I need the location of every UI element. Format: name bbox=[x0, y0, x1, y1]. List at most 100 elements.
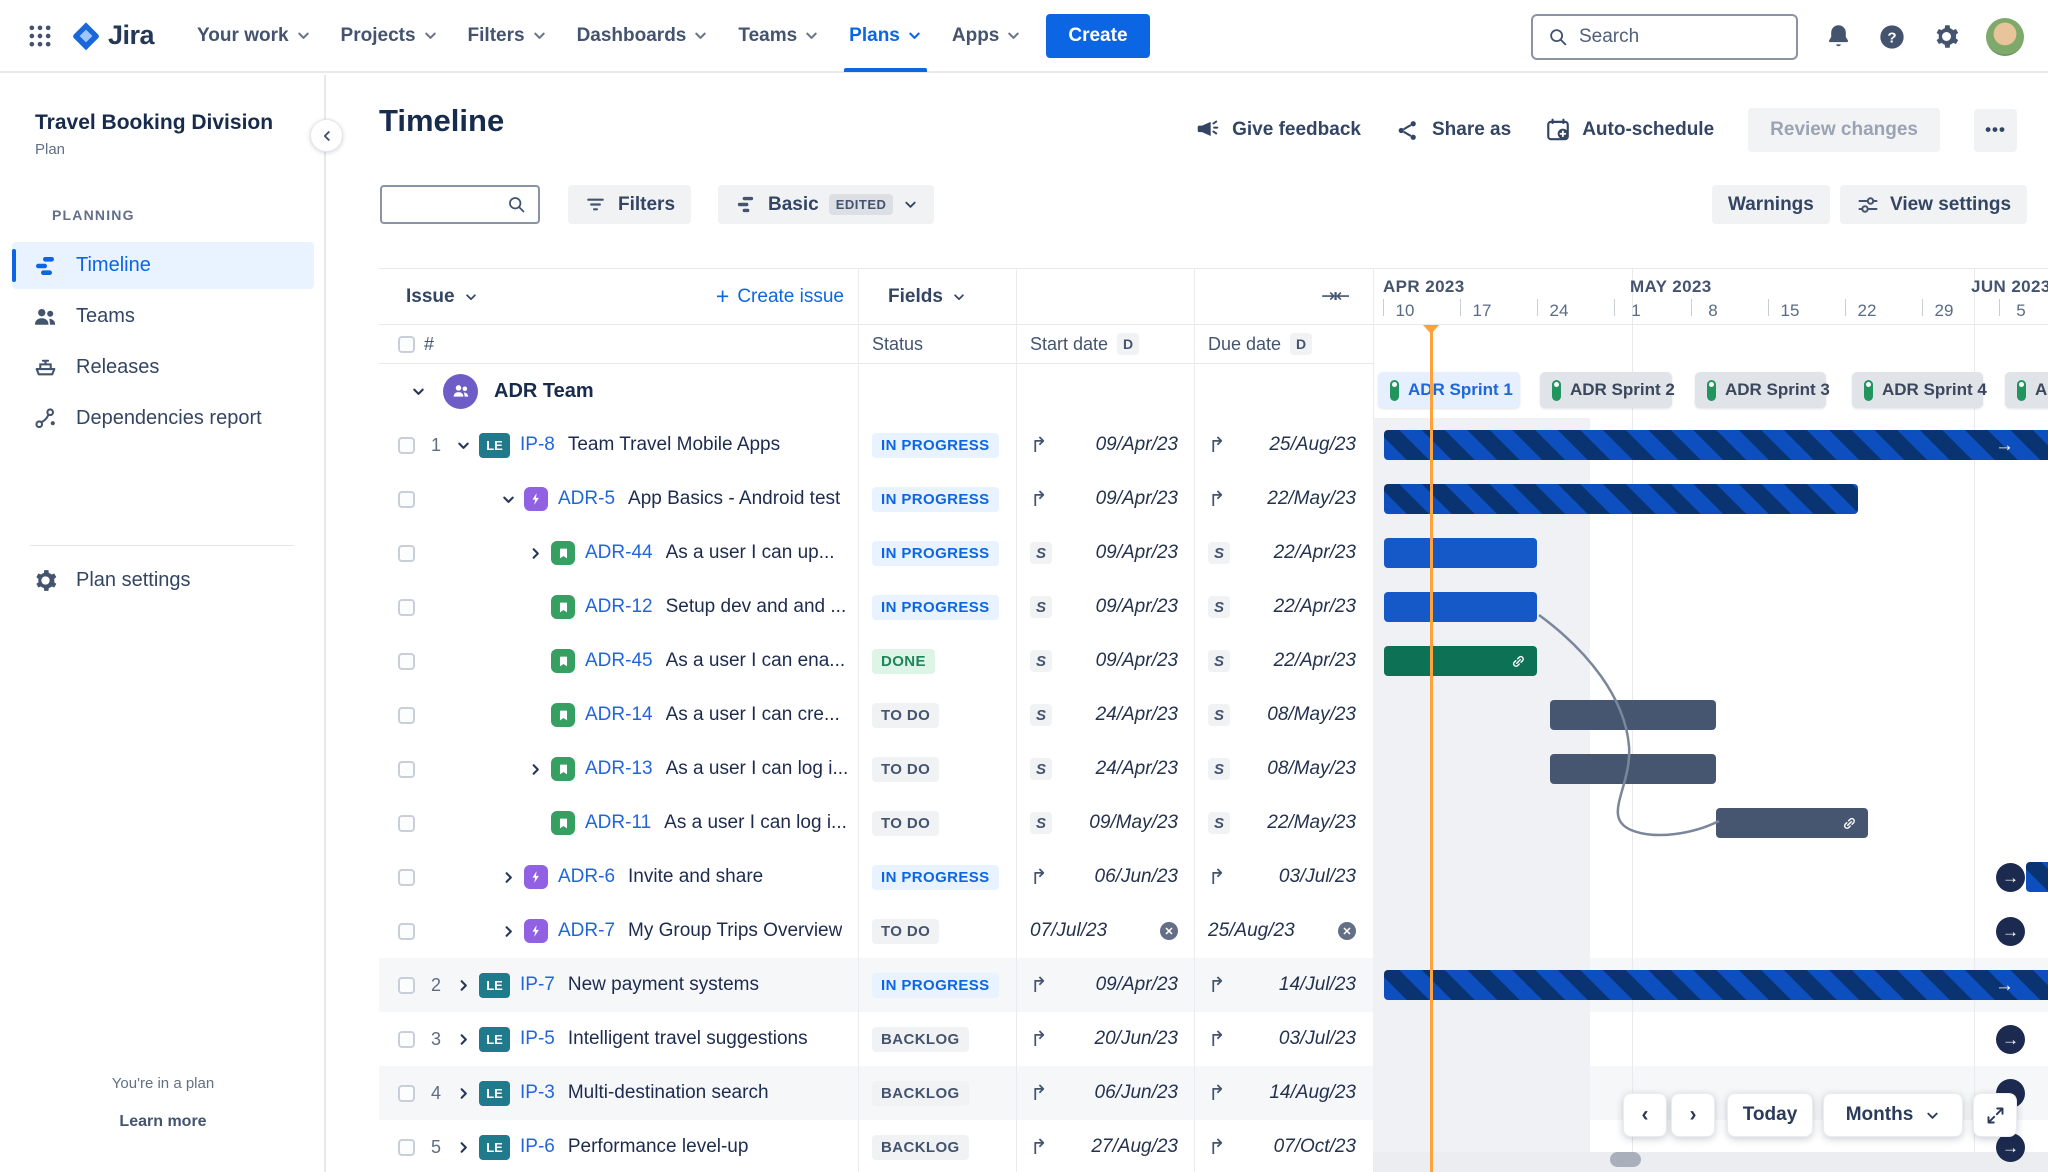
create-issue-button[interactable]: + Create issue bbox=[716, 283, 844, 310]
row-checkbox[interactable] bbox=[398, 922, 415, 940]
table-row[interactable]: ADR-7 My Group Trips Overview TO DO 07/Jul/… bbox=[379, 904, 2048, 958]
row-checkbox[interactable] bbox=[398, 652, 415, 670]
status-badge[interactable]: TO DO bbox=[872, 756, 940, 782]
row-checkbox[interactable] bbox=[398, 706, 415, 724]
row-checkbox[interactable] bbox=[398, 598, 415, 616]
date-value[interactable]: 07/Oct/23 bbox=[1274, 1136, 1356, 1158]
status-badge[interactable]: IN PROGRESS bbox=[872, 432, 999, 458]
issue-key-link[interactable]: ADR-14 bbox=[585, 704, 653, 726]
clear-date-icon[interactable]: ✕ bbox=[1160, 922, 1178, 940]
table-row[interactable]: 3 LE IP-5 Intelligent travel suggestions BAC… bbox=[379, 1012, 2048, 1066]
row-checkbox[interactable] bbox=[398, 868, 415, 886]
row-checkbox[interactable] bbox=[398, 1138, 415, 1156]
app-switcher-icon[interactable] bbox=[26, 21, 56, 51]
view-settings-button[interactable]: View settings bbox=[1840, 185, 2028, 224]
sidebar-item-plan-settings[interactable]: Plan settings bbox=[12, 557, 314, 604]
date-value[interactable]: 03/Jul/23 bbox=[1279, 1028, 1356, 1050]
issue-key-link[interactable]: ADR-6 bbox=[558, 866, 615, 888]
sprint-label[interactable]: ADR Sprint 2 bbox=[1540, 372, 1675, 408]
chevron-right-icon[interactable] bbox=[525, 543, 545, 563]
row-checkbox[interactable] bbox=[398, 760, 415, 778]
date-value[interactable]: 09/Apr/23 bbox=[1096, 488, 1178, 510]
table-row[interactable]: ADR-14 As a user I can cre... TO DO S 24/Apr… bbox=[379, 688, 2048, 742]
issue-key-link[interactable]: IP-6 bbox=[520, 1136, 555, 1158]
date-value[interactable]: 22/Apr/23 bbox=[1274, 542, 1356, 564]
table-row[interactable]: ADR-45 As a user I can ena... DONE S 09/Apr/… bbox=[379, 634, 2048, 688]
dependency-link-icon[interactable] bbox=[1510, 653, 1527, 670]
date-value[interactable]: 25/Aug/23 bbox=[1269, 434, 1356, 456]
timeline-search-input[interactable] bbox=[392, 194, 506, 215]
chevron-right-icon[interactable] bbox=[453, 1029, 473, 1049]
learn-more-link[interactable]: Learn more bbox=[0, 1113, 326, 1131]
issue-key-link[interactable]: IP-3 bbox=[520, 1082, 555, 1104]
jump-to-bar-button[interactable]: → bbox=[1996, 863, 2025, 892]
gantt-bar-ip-7[interactable]: → bbox=[1384, 970, 2048, 1000]
chevron-right-icon[interactable] bbox=[525, 759, 545, 779]
row-checkbox[interactable] bbox=[398, 544, 415, 562]
row-checkbox[interactable] bbox=[398, 814, 415, 832]
gantt-bar-adr-6[interactable] bbox=[2026, 862, 2048, 892]
date-value[interactable]: 06/Jun/23 bbox=[1095, 1082, 1178, 1104]
global-search-input[interactable] bbox=[1579, 25, 1759, 48]
issue-key-link[interactable]: ADR-12 bbox=[585, 596, 653, 618]
review-changes-button[interactable]: Review changes bbox=[1748, 108, 1940, 152]
gantt-bar-adr-11[interactable] bbox=[1716, 808, 1868, 838]
chevron-down-icon[interactable] bbox=[498, 489, 518, 509]
issue-key-link[interactable]: IP-8 bbox=[520, 434, 555, 456]
warnings-button[interactable]: Warnings bbox=[1712, 185, 1830, 224]
date-value[interactable]: 14/Aug/23 bbox=[1269, 1082, 1356, 1104]
chevron-right-icon[interactable] bbox=[453, 1137, 473, 1157]
date-value[interactable]: 24/Apr/23 bbox=[1096, 704, 1178, 726]
chevron-right-icon[interactable] bbox=[498, 867, 518, 887]
auto-schedule-button[interactable]: Auto-schedule bbox=[1545, 117, 1714, 143]
issue-key-link[interactable]: ADR-13 bbox=[585, 758, 653, 780]
row-checkbox[interactable] bbox=[398, 1030, 415, 1048]
date-value[interactable]: 03/Jul/23 bbox=[1279, 866, 1356, 888]
nav-item-filters[interactable]: Filters bbox=[453, 0, 562, 72]
chevron-right-icon[interactable] bbox=[498, 921, 518, 941]
issue-key-link[interactable]: IP-5 bbox=[520, 1028, 555, 1050]
global-search[interactable] bbox=[1531, 13, 1798, 60]
fields-dropdown[interactable]: Fields bbox=[888, 286, 966, 308]
gantt-bar-adr-12[interactable] bbox=[1384, 592, 1537, 622]
jump-to-bar-button[interactable]: → bbox=[1996, 1133, 2025, 1162]
jira-logo[interactable]: Jira bbox=[70, 20, 155, 52]
issue-key-link[interactable]: ADR-44 bbox=[585, 542, 653, 564]
nav-item-plans[interactable]: Plans bbox=[834, 0, 937, 72]
date-value[interactable]: 20/Jun/23 bbox=[1095, 1028, 1178, 1050]
date-value[interactable]: 09/Apr/23 bbox=[1096, 650, 1178, 672]
status-badge[interactable]: IN PROGRESS bbox=[872, 864, 999, 890]
gantt-bar-adr-44[interactable] bbox=[1384, 538, 1537, 568]
row-checkbox[interactable] bbox=[398, 976, 415, 994]
nav-item-teams[interactable]: Teams bbox=[723, 0, 834, 72]
create-button[interactable]: Create bbox=[1046, 13, 1150, 58]
date-value[interactable]: 09/Apr/23 bbox=[1096, 542, 1178, 564]
filters-button[interactable]: Filters bbox=[568, 185, 692, 224]
jump-to-bar-button[interactable]: → bbox=[1996, 1025, 2025, 1054]
date-value[interactable]: 22/Apr/23 bbox=[1274, 650, 1356, 672]
row-checkbox[interactable] bbox=[398, 436, 415, 454]
view-mode-button[interactable]: Basic EDITED bbox=[718, 185, 935, 224]
select-all-checkbox[interactable] bbox=[398, 335, 415, 353]
date-value[interactable]: 06/Jun/23 bbox=[1095, 866, 1178, 888]
more-actions-button[interactable]: ••• bbox=[1974, 108, 2017, 152]
chevron-down-icon[interactable] bbox=[453, 435, 473, 455]
date-value[interactable]: 14/Jul/23 bbox=[1279, 974, 1356, 996]
nav-item-your-work[interactable]: Your work bbox=[182, 0, 326, 72]
nav-item-apps[interactable]: Apps bbox=[937, 0, 1037, 72]
sprint-label[interactable]: AD bbox=[2005, 372, 2048, 408]
issue-dropdown[interactable]: Issue bbox=[406, 286, 478, 308]
date-value[interactable]: 09/Apr/23 bbox=[1096, 974, 1178, 996]
table-row[interactable]: ADR-6 Invite and share IN PROGRESS ↱ 06/Jun/… bbox=[379, 850, 2048, 904]
gantt-bar-adr-45[interactable] bbox=[1384, 646, 1537, 676]
date-value[interactable]: 22/Apr/23 bbox=[1274, 596, 1356, 618]
date-value[interactable]: 22/May/23 bbox=[1267, 812, 1356, 834]
fullscreen-button[interactable] bbox=[1973, 1093, 2017, 1137]
chevron-right-icon[interactable] bbox=[453, 1083, 473, 1103]
sidebar-item-releases[interactable]: Releases bbox=[12, 344, 314, 391]
gantt-bar-adr-13[interactable] bbox=[1550, 754, 1716, 784]
scroll-left-button[interactable]: ‹ bbox=[1623, 1093, 1667, 1137]
status-badge[interactable]: BACKLOG bbox=[872, 1080, 969, 1106]
horizontal-scrollbar-thumb[interactable] bbox=[1610, 1152, 1641, 1167]
start-date-column-header[interactable]: Start date D bbox=[1016, 333, 1194, 355]
